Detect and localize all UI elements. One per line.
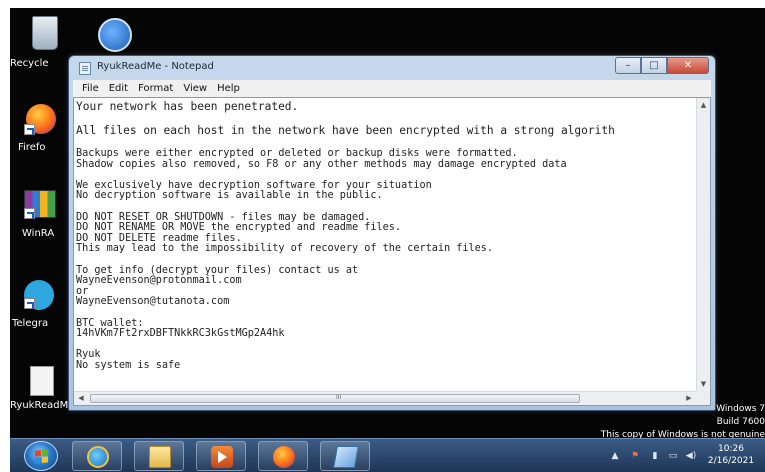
clock-date: 2/16/2021 — [707, 456, 755, 466]
clock-time: 10:26 — [718, 444, 744, 454]
notepad-icon — [79, 62, 91, 75]
text-file-icon — [30, 366, 54, 396]
menu-bar: File Edit Format View Help — [73, 80, 711, 97]
menu-help[interactable]: Help — [212, 83, 245, 94]
media-player-icon — [211, 446, 233, 468]
vertical-scrollbar[interactable]: ▲ ▼ — [696, 98, 710, 391]
window-controls: – □ ✕ — [615, 57, 709, 74]
power-icon[interactable]: ▮ — [649, 450, 661, 462]
scrollbar-corner — [696, 391, 710, 405]
note-line — [76, 340, 696, 351]
window-title: RyukReadMe - Notepad — [97, 61, 214, 72]
ryukreadme-label: RyukReadMe — [10, 400, 75, 411]
note-line: WayneEvenson@tutanota.com — [76, 296, 230, 308]
note-line: WayneEvenson@protonmail.com — [76, 275, 242, 287]
volume-icon[interactable]: ◀) — [685, 450, 697, 462]
taskbar-ie-button[interactable] — [72, 441, 122, 471]
taskbar-firefox-button[interactable] — [258, 441, 308, 471]
internet-explorer-icon — [87, 446, 109, 468]
note-line — [76, 308, 696, 319]
shortcut-arrow-icon — [24, 208, 35, 219]
minimize-button[interactable]: – — [615, 57, 641, 74]
scroll-up-icon[interactable]: ▲ — [697, 98, 710, 112]
note-line: Shadow copies also removed, so F8 or any… — [76, 158, 567, 170]
note-text-area[interactable]: Your network has been penetrated. All fil… — [76, 101, 696, 389]
maximize-button[interactable]: □ — [641, 57, 667, 74]
recycle-bin-label: Recycle — [10, 58, 49, 69]
scroll-down-icon[interactable]: ▼ — [697, 377, 710, 391]
note-line: Backups were either encrypted or deleted… — [76, 148, 518, 159]
scroll-right-icon[interactable]: ▶ — [682, 392, 696, 405]
note-line: 14hVKm7Ft2rxDBFTNkkRC3kGstMGp2A4hk — [76, 328, 285, 340]
menu-format[interactable]: Format — [133, 83, 178, 94]
taskbar-notepad-button[interactable] — [320, 441, 370, 471]
scroll-grip-icon: III — [336, 394, 342, 401]
note-line: All files on each host in the network ha… — [76, 124, 615, 137]
recycle-bin-image-icon — [32, 16, 58, 50]
close-button[interactable]: ✕ — [667, 57, 709, 74]
telegram-label: Telegra — [12, 318, 49, 329]
title-bar[interactable]: RyukReadMe - Notepad – □ ✕ — [69, 56, 715, 78]
app-globe-icon — [98, 18, 132, 52]
shortcut-arrow-icon — [24, 124, 35, 135]
screenshot-frame: Recycle Firefo WinRA Telegra RyukReadMe … — [0, 0, 765, 472]
firefox-label: Firefo — [18, 142, 46, 153]
folder-icon — [149, 446, 171, 468]
windows-logo-icon — [35, 449, 49, 464]
note-line: No decryption software is available in t… — [76, 190, 383, 202]
show-hidden-icons-icon[interactable]: ▲ — [609, 450, 621, 462]
network-icon[interactable]: ▭ — [667, 450, 679, 462]
menu-view[interactable]: View — [178, 83, 212, 94]
menu-file[interactable]: File — [77, 83, 104, 94]
watermark-build: Build 7600 — [716, 417, 765, 427]
horizontal-scrollbar[interactable]: ◀ III ▶ — [74, 391, 696, 405]
firefox-icon — [273, 446, 295, 468]
notepad-icon — [333, 446, 359, 468]
winrar-label: WinRA — [22, 228, 55, 239]
text-editor[interactable]: Your network has been penetrated. All fil… — [73, 97, 711, 406]
watermark-windows: Windows 7 — [716, 404, 765, 414]
horizontal-scroll-thumb[interactable]: III — [90, 394, 580, 403]
clock[interactable]: 10:26 2/16/2021 — [703, 443, 759, 467]
start-button[interactable] — [24, 441, 58, 471]
taskbar-explorer-button[interactable] — [134, 441, 184, 471]
app-shortcut-icon[interactable] — [98, 18, 168, 58]
taskbar: ▲ ⚑ ▮ ▭ ◀) 10:26 2/16/2021 — [10, 438, 765, 472]
action-center-flag-icon[interactable]: ⚑ — [629, 450, 641, 462]
note-line — [76, 202, 696, 213]
shortcut-arrow-icon — [24, 298, 35, 309]
taskbar-media-player-button[interactable] — [196, 441, 246, 471]
scroll-left-icon[interactable]: ◀ — [74, 392, 88, 405]
system-tray: ▲ ⚑ ▮ ▭ ◀) 10:26 2/16/2021 — [565, 439, 765, 472]
desktop: Recycle Firefo WinRA Telegra RyukReadMe … — [10, 8, 765, 472]
note-line — [76, 255, 696, 266]
notepad-window[interactable]: RyukReadMe - Notepad – □ ✕ File Edit For… — [68, 55, 716, 411]
note-line: This may lead to the impossibility of re… — [76, 243, 494, 255]
note-line: No system is safe — [76, 359, 181, 371]
note-line: Your network has been penetrated. — [76, 101, 299, 113]
menu-edit[interactable]: Edit — [104, 83, 133, 94]
